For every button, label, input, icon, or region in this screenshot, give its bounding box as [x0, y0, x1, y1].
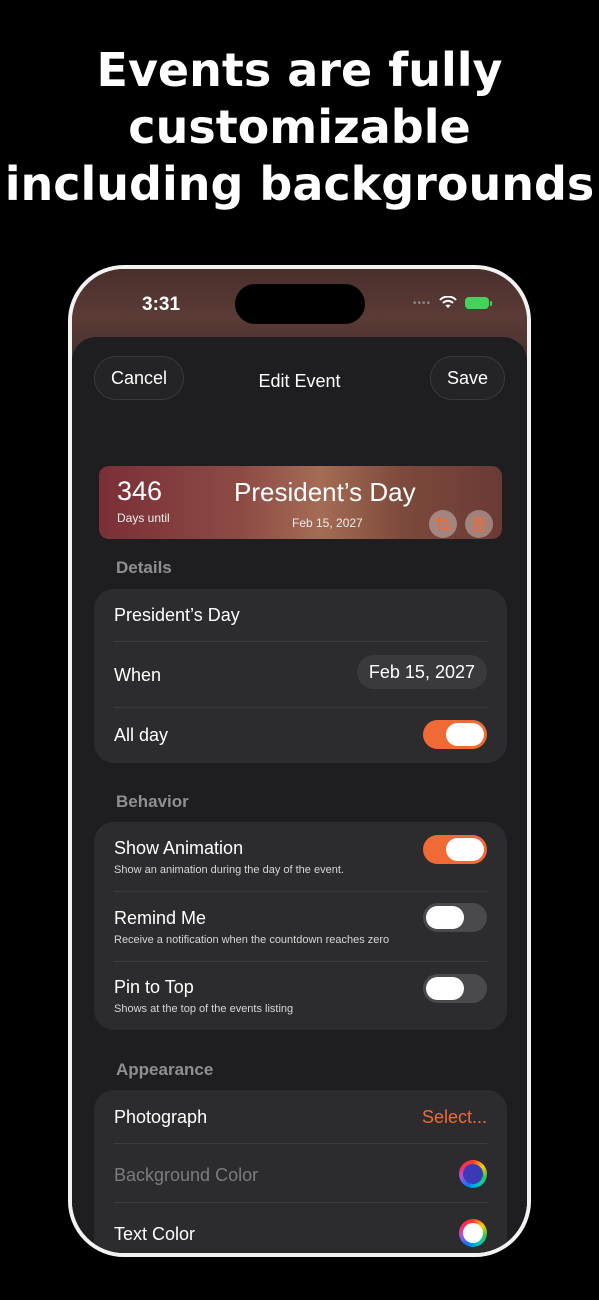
show-animation-description: Show an animation during the day of the …	[114, 864, 344, 876]
status-icons: ••••	[412, 296, 492, 310]
headline-line-3: including backgrounds	[4, 157, 595, 211]
crop-icon	[436, 517, 450, 531]
trash-icon	[473, 517, 485, 532]
status-bar: 3:31 ••••	[72, 269, 527, 329]
divider	[114, 891, 487, 892]
banner-event-name: President’s Day	[234, 477, 416, 507]
phone-frame: 3:31 •••• Cancel Edit Event Save 346 Day…	[68, 265, 531, 1257]
show-animation-toggle[interactable]	[423, 835, 487, 864]
delete-photo-button[interactable]	[465, 510, 493, 538]
signal-icon: ••••	[412, 297, 431, 309]
edit-event-sheet: Cancel Edit Event Save 346 Days until Pr…	[72, 337, 527, 1253]
background-color-well[interactable]	[459, 1160, 487, 1188]
all-day-toggle[interactable]	[423, 720, 487, 749]
text-color-label: Text Color	[114, 1224, 196, 1244]
text-color-swatch	[463, 1223, 483, 1243]
promo-headline: Events are fully customizable including …	[0, 42, 599, 213]
appearance-section-label: Appearance	[116, 1060, 214, 1079]
status-time: 3:31	[142, 294, 181, 315]
pin-to-top-toggle[interactable]	[423, 974, 487, 1003]
when-label: When	[114, 665, 162, 685]
save-button[interactable]: Save	[429, 356, 505, 400]
crop-button[interactable]	[429, 510, 457, 538]
divider	[114, 1202, 487, 1203]
days-count: 346	[117, 476, 163, 506]
photograph-label: Photograph	[114, 1107, 208, 1127]
details-section-label: Details	[116, 558, 172, 577]
headline-line-1: Events are fully	[96, 43, 503, 97]
select-photo-link[interactable]: Select...	[422, 1107, 487, 1128]
text-color-well[interactable]	[459, 1219, 487, 1247]
remind-me-label: Remind Me	[114, 908, 207, 928]
headline-line-2: customizable	[128, 100, 471, 154]
battery-charging-icon	[465, 297, 492, 309]
behavior-group: Show Animation Show an animation during …	[94, 822, 507, 1030]
divider	[114, 1143, 487, 1144]
event-preview-banner: 346 Days until President’s Day Feb 15, 2…	[99, 466, 502, 539]
divider	[114, 961, 487, 962]
date-picker-button[interactable]: Feb 15, 2027	[356, 655, 487, 689]
all-day-label: All day	[114, 725, 169, 745]
divider	[114, 707, 487, 708]
days-until-label: Days until	[117, 511, 170, 525]
behavior-section-label: Behavior	[116, 792, 189, 811]
background-color-swatch	[463, 1164, 483, 1184]
dynamic-island	[235, 284, 365, 324]
banner-event-date: Feb 15, 2027	[292, 516, 363, 530]
appearance-group: Photograph Select... Background Color Te…	[94, 1090, 507, 1253]
event-name-value: President’s Day	[114, 605, 240, 625]
remind-me-description: Receive a notification when the countdow…	[114, 934, 390, 946]
divider	[114, 641, 487, 642]
background-color-label: Background Color	[114, 1165, 259, 1185]
wifi-icon	[439, 296, 457, 308]
pin-to-top-description: Shows at the top of the events listing	[114, 1003, 294, 1015]
show-animation-label: Show Animation	[114, 838, 244, 858]
pin-to-top-label: Pin to Top	[114, 977, 194, 997]
details-group: President’s Day When Feb 15, 2027 All da…	[94, 589, 507, 763]
remind-me-toggle[interactable]	[423, 903, 487, 932]
